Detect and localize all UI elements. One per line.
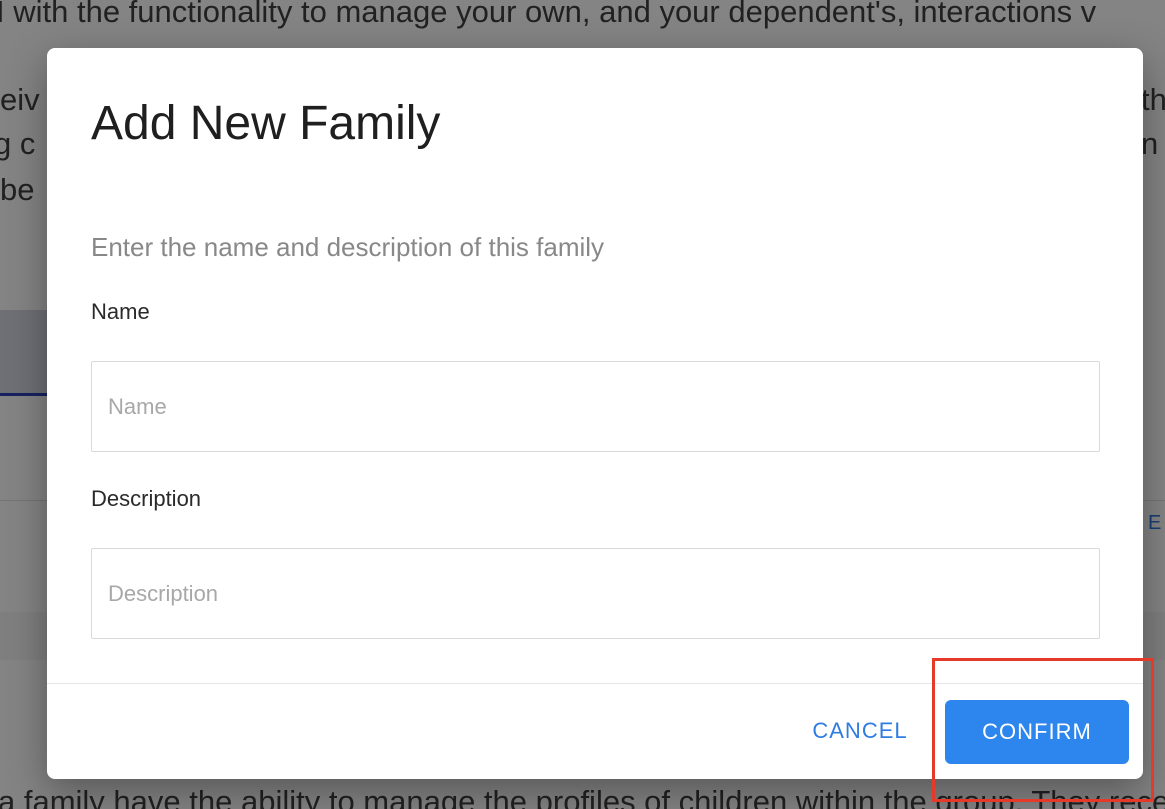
add-family-dialog: Add New Family Enter the name and descri… bbox=[47, 48, 1143, 779]
confirm-button[interactable]: CONFIRM bbox=[945, 700, 1129, 764]
description-input[interactable] bbox=[91, 548, 1100, 639]
cancel-button[interactable]: CANCEL bbox=[801, 700, 919, 762]
dialog-title: Add New Family bbox=[91, 97, 441, 150]
dialog-subtitle: Enter the name and description of this f… bbox=[91, 232, 605, 262]
viewport: I with the functionality to manage your … bbox=[0, 0, 1165, 809]
dialog-footer-divider bbox=[47, 683, 1143, 684]
description-label: Description bbox=[91, 486, 202, 511]
name-input[interactable] bbox=[91, 361, 1100, 452]
name-label: Name bbox=[91, 299, 150, 324]
